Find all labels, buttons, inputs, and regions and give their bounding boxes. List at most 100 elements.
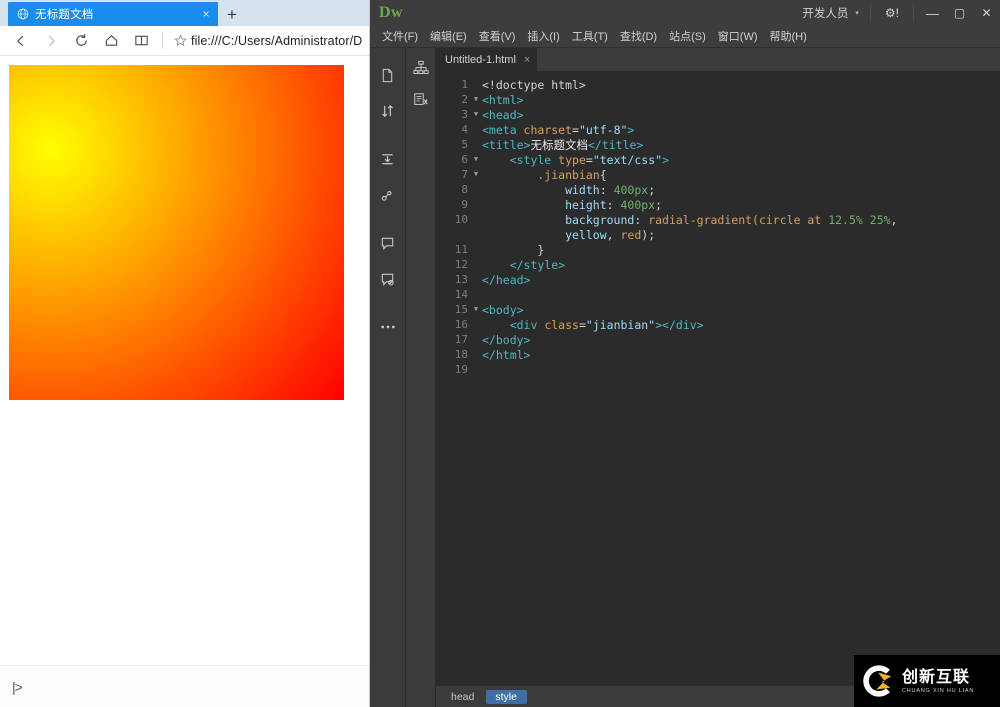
code-snippet-icon[interactable] [409, 88, 433, 112]
browser-viewport: |> [0, 56, 369, 707]
code-editor[interactable]: 1<!doctype html>2▼<html>3▼<head>4<meta c… [436, 71, 1000, 685]
new-tab-button[interactable]: + [218, 2, 246, 26]
book-icon[interactable] [126, 27, 156, 55]
url-text: file:///C:/Users/Administrator/D [191, 34, 362, 48]
code-line[interactable]: 17 </body> [436, 332, 1000, 347]
code-line[interactable]: 9 height: 400px; [436, 197, 1000, 212]
expand-icon[interactable]: |> [12, 679, 22, 695]
code-text: } [482, 243, 544, 257]
tag-breadcrumb: headstyle [442, 690, 529, 704]
breadcrumb-item-style[interactable]: style [486, 690, 527, 704]
code-text: width: 400px; [482, 183, 655, 197]
reload-icon[interactable] [66, 27, 96, 55]
back-icon[interactable] [6, 27, 36, 55]
line-number: 8 [436, 183, 470, 196]
code-line[interactable]: 5<title>无标题文档</title> [436, 137, 1000, 152]
code-line[interactable]: 4<meta charset="utf-8"> [436, 122, 1000, 137]
menu-item-0[interactable]: 文件(F) [376, 26, 424, 48]
menu-item-3[interactable]: 插入(I) [521, 26, 565, 48]
dw-titlebar: Dw 开发人员 ▾ ⚙ ! — ▢ ✕ [370, 0, 1000, 26]
dom-tree-icon[interactable] [409, 56, 433, 80]
address-bar[interactable]: file:///C:/Users/Administrator/D [169, 28, 363, 54]
menu-item-2[interactable]: 查看(V) [473, 26, 522, 48]
code-text: <title>无标题文档</title> [482, 137, 643, 153]
code-line[interactable]: 2▼<html> [436, 92, 1000, 107]
code-line[interactable]: 16 <div class="jianbian"></div> [436, 317, 1000, 332]
code-line[interactable]: 19 [436, 362, 1000, 377]
code-text: <body> [482, 303, 524, 317]
code-line[interactable]: 18</html> [436, 347, 1000, 362]
close-icon[interactable]: × [524, 54, 530, 66]
code-text: <html> [482, 93, 524, 107]
code-line[interactable]: 10 background: radial-gradient(circle at… [436, 212, 1000, 227]
menu-item-7[interactable]: 窗口(W) [712, 26, 764, 48]
menu-item-5[interactable]: 查找(D) [614, 26, 663, 48]
cx-logo-icon [860, 662, 898, 700]
home-icon[interactable] [96, 27, 126, 55]
more-options-icon[interactable] [375, 314, 401, 340]
code-line[interactable]: 15▼<body> [436, 302, 1000, 317]
breadcrumb-item-head[interactable]: head [442, 690, 484, 704]
remove-comment-icon[interactable] [375, 266, 401, 292]
close-button[interactable]: ✕ [973, 0, 1000, 26]
dw-panel-rail [406, 48, 436, 707]
get-put-icon[interactable] [375, 98, 401, 124]
menu-item-6[interactable]: 站点(S) [663, 26, 712, 48]
code-text: <meta charset="utf-8"> [482, 123, 634, 137]
fold-toggle-icon[interactable]: ▼ [470, 302, 482, 317]
code-text: yellow, red); [482, 228, 655, 242]
code-line[interactable]: 3▼<head> [436, 107, 1000, 122]
fold-toggle-icon[interactable]: ▼ [470, 92, 482, 107]
line-number: 13 [436, 273, 470, 286]
gear-icon[interactable]: ⚙ ! [876, 6, 908, 20]
format-source-icon[interactable] [375, 182, 401, 208]
line-number: 15 [436, 303, 470, 316]
apply-comment-icon[interactable] [375, 230, 401, 256]
code-line[interactable]: 1<!doctype html> [436, 77, 1000, 92]
line-number: 3 [436, 108, 470, 121]
menu-item-4[interactable]: 工具(T) [566, 26, 614, 48]
code-text: </style> [482, 258, 565, 272]
browser-tab-strip: 无标题文档 × + [0, 0, 369, 26]
minimize-button[interactable]: — [919, 0, 946, 26]
divider [162, 32, 163, 49]
code-line[interactable]: 6▼ <style type="text/css"> [436, 152, 1000, 167]
code-line[interactable]: 14 [436, 287, 1000, 302]
divider [870, 5, 871, 21]
new-file-icon[interactable] [375, 62, 401, 88]
star-icon[interactable] [169, 34, 191, 47]
fold-toggle-icon[interactable]: ▼ [470, 167, 482, 182]
dw-main-area: Untitled-1.html × 1<!doctype html>2▼<htm… [436, 48, 1000, 707]
workspace-switcher[interactable]: 开发人员 ▾ [796, 5, 865, 21]
document-tab[interactable]: Untitled-1.html × [436, 48, 537, 71]
line-number: 7 [436, 168, 470, 181]
chevron-down-icon: ▾ [855, 9, 859, 17]
browser-tab[interactable]: 无标题文档 × [8, 2, 218, 26]
browser-tab-title: 无标题文档 [35, 6, 198, 22]
menu-item-1[interactable]: 编辑(E) [424, 26, 473, 48]
code-line[interactable]: 8 width: 400px; [436, 182, 1000, 197]
code-line[interactable]: 11 } [436, 242, 1000, 257]
line-number: 17 [436, 333, 470, 346]
globe-icon [16, 8, 29, 21]
code-text: height: 400px; [482, 198, 662, 212]
line-number: 19 [436, 363, 470, 376]
code-line[interactable]: 13</head> [436, 272, 1000, 287]
line-number: 12 [436, 258, 470, 271]
collapse-expand-icon[interactable] [375, 146, 401, 172]
watermark-en: CHUANG XIN HU LIAN [902, 688, 974, 694]
close-icon[interactable]: × [198, 6, 214, 22]
code-text: </body> [482, 333, 530, 347]
code-line[interactable]: 12 </style> [436, 257, 1000, 272]
forward-icon[interactable] [36, 27, 66, 55]
line-number: 16 [436, 318, 470, 331]
code-line[interactable]: yellow, red); [436, 227, 1000, 242]
browser-navbar: file:///C:/Users/Administrator/D [0, 26, 369, 56]
menu-item-8[interactable]: 帮助(H) [764, 26, 813, 48]
fold-toggle-icon[interactable]: ▼ [470, 107, 482, 122]
line-number: 1 [436, 78, 470, 91]
code-line[interactable]: 7▼ .jianbian{ [436, 167, 1000, 182]
maximize-button[interactable]: ▢ [946, 0, 973, 26]
fold-toggle-icon[interactable]: ▼ [470, 152, 482, 167]
gradient-preview-box [9, 65, 344, 400]
